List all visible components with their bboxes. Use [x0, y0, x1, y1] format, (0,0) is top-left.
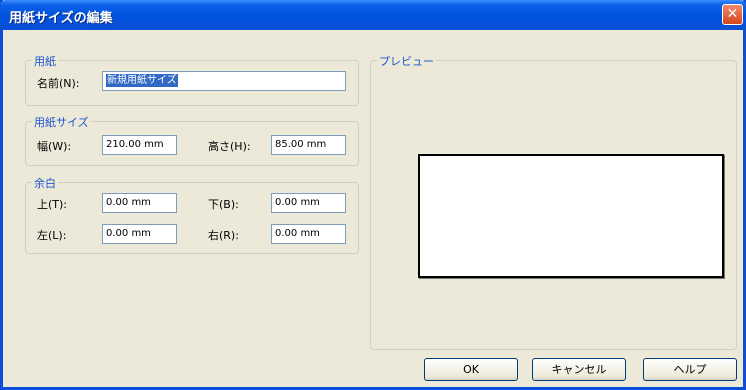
width-input[interactable]: 210.00 mm [102, 135, 177, 155]
top-margin-label: 上(T): [37, 198, 68, 211]
height-input[interactable]: 85.00 mm [271, 135, 346, 155]
paper-preview [418, 154, 724, 278]
top-margin-input[interactable]: 0.00 mm [102, 193, 177, 213]
left-margin-input[interactable]: 0.00 mm [102, 224, 177, 244]
dialog-title: 用紙サイズの編集 [9, 11, 113, 26]
bottom-margin-label: 下(B): [208, 198, 239, 211]
paper-size-group-legend: 用紙サイズ [32, 114, 91, 130]
name-input[interactable]: 新規用紙サイズ [102, 71, 346, 91]
margin-group-legend: 余白 [32, 175, 58, 191]
right-margin-label: 右(R): [208, 229, 239, 242]
cancel-button[interactable]: キャンセル [532, 358, 626, 381]
help-button[interactable]: ヘルプ [643, 358, 737, 381]
title-bar[interactable]: 用紙サイズの編集 ✕ [0, 0, 746, 30]
right-margin-input[interactable]: 0.00 mm [271, 224, 346, 244]
paper-group-legend: 用紙 [32, 53, 58, 69]
name-input-value: 新規用紙サイズ [106, 74, 178, 87]
bottom-margin-input[interactable]: 0.00 mm [271, 193, 346, 213]
width-label: 幅(W): [37, 140, 72, 153]
name-label: 名前(N): [37, 77, 80, 90]
preview-group-legend: プレビュー [377, 53, 436, 69]
edit-paper-size-dialog: 用紙サイズの編集 ✕ 用紙 名前(N): 新規用紙サイズ 用紙サイズ 幅(W):… [0, 0, 746, 390]
left-margin-label: 左(L): [37, 229, 67, 242]
height-label: 高さ(H): [208, 140, 251, 153]
close-icon[interactable]: ✕ [722, 4, 743, 25]
ok-button[interactable]: OK [424, 358, 518, 381]
